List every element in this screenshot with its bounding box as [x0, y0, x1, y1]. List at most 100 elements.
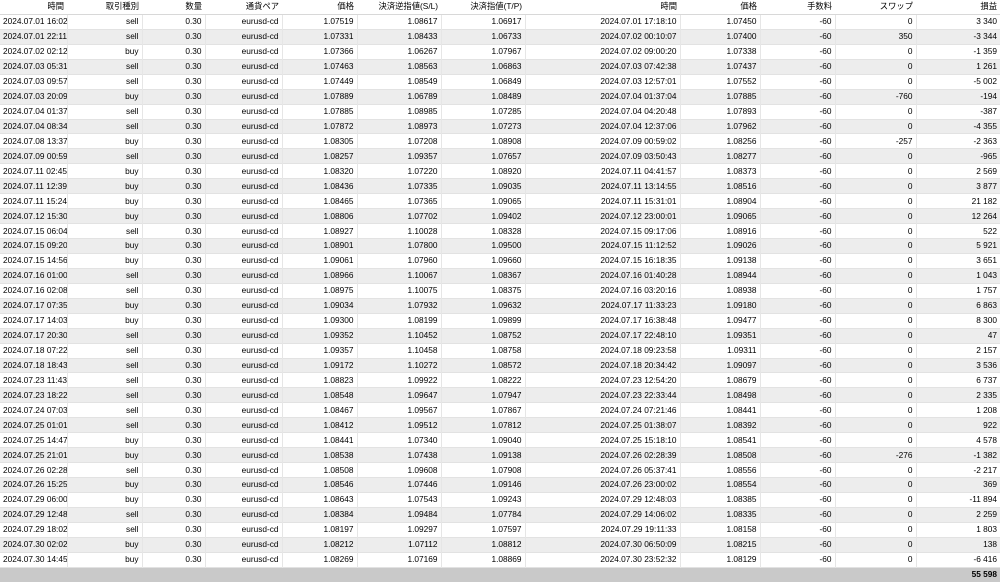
cell-close-price: 1.09351	[680, 328, 761, 344]
cell-close-time: 2024.07.01 17:18:10	[525, 14, 681, 30]
table-row[interactable]: 2024.07.08 13:37:36buy0.30eurusd-cd1.083…	[0, 133, 1000, 149]
table-row[interactable]: 2024.07.25 01:01:48sell0.30eurusd-cd1.08…	[0, 417, 1000, 433]
table-row[interactable]: 2024.07.03 05:31:11sell0.30eurusd-cd1.07…	[0, 59, 1000, 75]
table-row[interactable]: 2024.07.25 21:01:54buy0.30eurusd-cd1.085…	[0, 447, 1000, 463]
table-row[interactable]: 2024.07.18 07:22:48sell0.30eurusd-cd1.09…	[0, 343, 1000, 358]
cell-type: sell	[67, 402, 143, 418]
cell-close-time: 2024.07.18 09:23:58	[525, 343, 681, 358]
column-header-stop-loss[interactable]: 決済逆指値(S/L)	[357, 0, 441, 15]
cell-profit: 3 651	[976, 255, 997, 266]
cell-symbol: eurusd-cd	[205, 74, 283, 90]
table-row[interactable]: 2024.07.17 20:30:56sell0.30eurusd-cd1.09…	[0, 328, 1000, 344]
cell-take-profit: 1.09660	[441, 253, 526, 269]
cell-stop-loss: 1.07169	[357, 552, 442, 568]
cell-close-time: 2024.07.16 03:20:16	[525, 283, 681, 299]
table-row[interactable]: 2024.07.15 09:20:29buy0.30eurusd-cd1.089…	[0, 238, 1000, 254]
table-row[interactable]: 2024.07.11 12:39:01buy0.30eurusd-cd1.084…	[0, 178, 1000, 194]
table-row[interactable]: 2024.07.04 01:37:05sell0.30eurusd-cd1.07…	[0, 104, 1000, 119]
table-row[interactable]: 2024.07.26 02:28:40sell0.30eurusd-cd1.08…	[0, 462, 1000, 478]
cell-symbol: eurusd-cd	[205, 163, 283, 179]
column-header-open-price[interactable]: 価格	[282, 0, 357, 15]
cell-volume: 0.30	[142, 44, 206, 60]
cell-type: sell	[67, 268, 143, 284]
table-row[interactable]: 2024.07.23 18:22:34sell0.30eurusd-cd1.08…	[0, 387, 1000, 403]
cell-symbol: eurusd-cd	[205, 104, 283, 119]
cell-commission: -60	[760, 104, 836, 119]
column-header-close-time[interactable]: 時間	[525, 0, 680, 15]
cell-symbol: eurusd-cd	[205, 507, 283, 523]
table-row[interactable]: 2024.07.01 22:11:17sell0.30eurusd-cd1.07…	[0, 29, 1000, 45]
cell-stop-loss: 1.07960	[357, 253, 442, 269]
table-row[interactable]: 2024.07.23 11:43:52sell0.30eurusd-cd1.08…	[0, 372, 1000, 388]
cell-commission: -60	[760, 238, 836, 254]
cell-close-price: 1.07885	[680, 89, 761, 105]
cell-commission: -60	[760, 298, 836, 314]
cell-swap: 350	[835, 29, 917, 45]
cell-open-time: 2024.07.18 18:43:10	[0, 358, 68, 373]
table-row[interactable]: 2024.07.26 15:25:00buy0.30eurusd-cd1.085…	[0, 477, 1000, 493]
table-row[interactable]: 2024.07.29 18:02:58sell0.30eurusd-cd1.08…	[0, 522, 1000, 538]
cell-stop-loss: 1.07702	[357, 208, 442, 224]
table-row[interactable]: 2024.07.30 02:02:25buy0.30eurusd-cd1.082…	[0, 537, 1000, 553]
table-row[interactable]: 2024.07.03 20:09:45buy0.30eurusd-cd1.078…	[0, 89, 1000, 105]
column-header-type[interactable]: 取引種別	[67, 0, 142, 15]
column-header-commission[interactable]: 手数料	[760, 0, 835, 15]
cell-take-profit: 1.07867	[441, 402, 526, 418]
table-row[interactable]: 2024.07.09 00:59:04sell0.30eurusd-cd1.08…	[0, 148, 1000, 164]
cell-profit: -3 344	[973, 31, 997, 42]
column-header-profit[interactable]: 損益	[916, 0, 1000, 15]
cell-close-time: 2024.07.25 15:18:10	[525, 432, 681, 448]
table-row[interactable]: 2024.07.12 15:30:28buy0.30eurusd-cd1.088…	[0, 208, 1000, 224]
cell-commission: -60	[760, 44, 836, 60]
cell-profit: -4 355	[973, 120, 997, 131]
table-row[interactable]: 2024.07.01 16:02:19sell0.30eurusd-cd1.07…	[0, 14, 1000, 30]
table-row[interactable]: 2024.07.16 01:00:02sell0.30eurusd-cd1.08…	[0, 268, 1000, 284]
table-row[interactable]: 2024.07.16 02:08:26sell0.30eurusd-cd1.08…	[0, 283, 1000, 299]
table-row[interactable]: 2024.07.02 02:12:29buy0.30eurusd-cd1.073…	[0, 44, 1000, 60]
cell-open-time: 2024.07.09 00:59:04	[0, 148, 68, 164]
table-row[interactable]: 2024.07.30 14:45:35buy0.30eurusd-cd1.082…	[0, 552, 1000, 568]
column-header-close-price[interactable]: 価格	[680, 0, 760, 15]
table-row[interactable]: 2024.07.15 06:04:50sell0.30eurusd-cd1.08…	[0, 223, 1000, 239]
table-row[interactable]: 2024.07.17 07:35:59buy0.30eurusd-cd1.090…	[0, 298, 1000, 314]
cell-profit: 522	[983, 225, 997, 236]
cell-open-time: 2024.07.15 09:20:29	[0, 238, 68, 254]
cell-swap: 0	[835, 522, 917, 538]
cell-close-price: 1.09477	[680, 313, 761, 329]
table-row[interactable]: 2024.07.15 14:56:08buy0.30eurusd-cd1.090…	[0, 253, 1000, 269]
table-row[interactable]: 2024.07.18 18:43:10sell0.30eurusd-cd1.09…	[0, 358, 1000, 373]
cell-open-price: 1.09357	[282, 343, 358, 358]
cell-symbol: eurusd-cd	[205, 522, 283, 538]
cell-type: sell	[67, 462, 143, 478]
cell-take-profit: 1.06917	[441, 14, 526, 30]
table-row[interactable]: 2024.07.24 07:03:23sell0.30eurusd-cd1.08…	[0, 402, 1000, 418]
cell-open-time: 2024.07.03 05:31:11	[0, 59, 68, 75]
cell-close-time: 2024.07.11 15:31:01	[525, 193, 681, 209]
table-row[interactable]: 2024.07.04 08:34:32sell0.30eurusd-cd1.07…	[0, 119, 1000, 134]
table-row[interactable]: 2024.07.11 15:24:10buy0.30eurusd-cd1.084…	[0, 193, 1000, 209]
table-row[interactable]: 2024.07.17 14:03:15buy0.30eurusd-cd1.093…	[0, 313, 1000, 329]
table-row[interactable]: 2024.07.11 02:45:43buy0.30eurusd-cd1.083…	[0, 163, 1000, 179]
cell-close-time: 2024.07.25 01:38:07	[525, 417, 681, 433]
cell-symbol: eurusd-cd	[205, 343, 283, 358]
table-row[interactable]: 2024.07.29 12:48:05sell0.30eurusd-cd1.08…	[0, 507, 1000, 523]
cell-open-time: 2024.07.03 09:57:32	[0, 74, 68, 90]
cell-commission: -60	[760, 462, 836, 478]
cell-open-price: 1.07885	[282, 104, 358, 119]
cell-open-price: 1.07449	[282, 74, 358, 90]
cell-symbol: eurusd-cd	[205, 223, 283, 239]
cell-volume: 0.30	[142, 119, 206, 134]
column-header-symbol[interactable]: 通貨ペア	[205, 0, 282, 15]
table-row[interactable]: 2024.07.25 14:47:59buy0.30eurusd-cd1.084…	[0, 432, 1000, 448]
cell-commission: -60	[760, 268, 836, 284]
cell-profit: -194	[980, 91, 997, 102]
cell-volume: 0.30	[142, 148, 206, 164]
cell-profit: 47	[987, 330, 997, 341]
table-row[interactable]: 2024.07.03 09:57:32sell0.30eurusd-cd1.07…	[0, 74, 1000, 90]
column-header-open-time[interactable]: 時間	[0, 0, 67, 15]
column-header-volume[interactable]: 数量	[142, 0, 205, 15]
cell-close-time: 2024.07.26 23:00:02	[525, 477, 681, 493]
column-header-take-profit[interactable]: 決済指値(T/P)	[441, 0, 525, 15]
cell-type: sell	[67, 59, 143, 75]
column-header-swap[interactable]: スワップ	[835, 0, 916, 15]
